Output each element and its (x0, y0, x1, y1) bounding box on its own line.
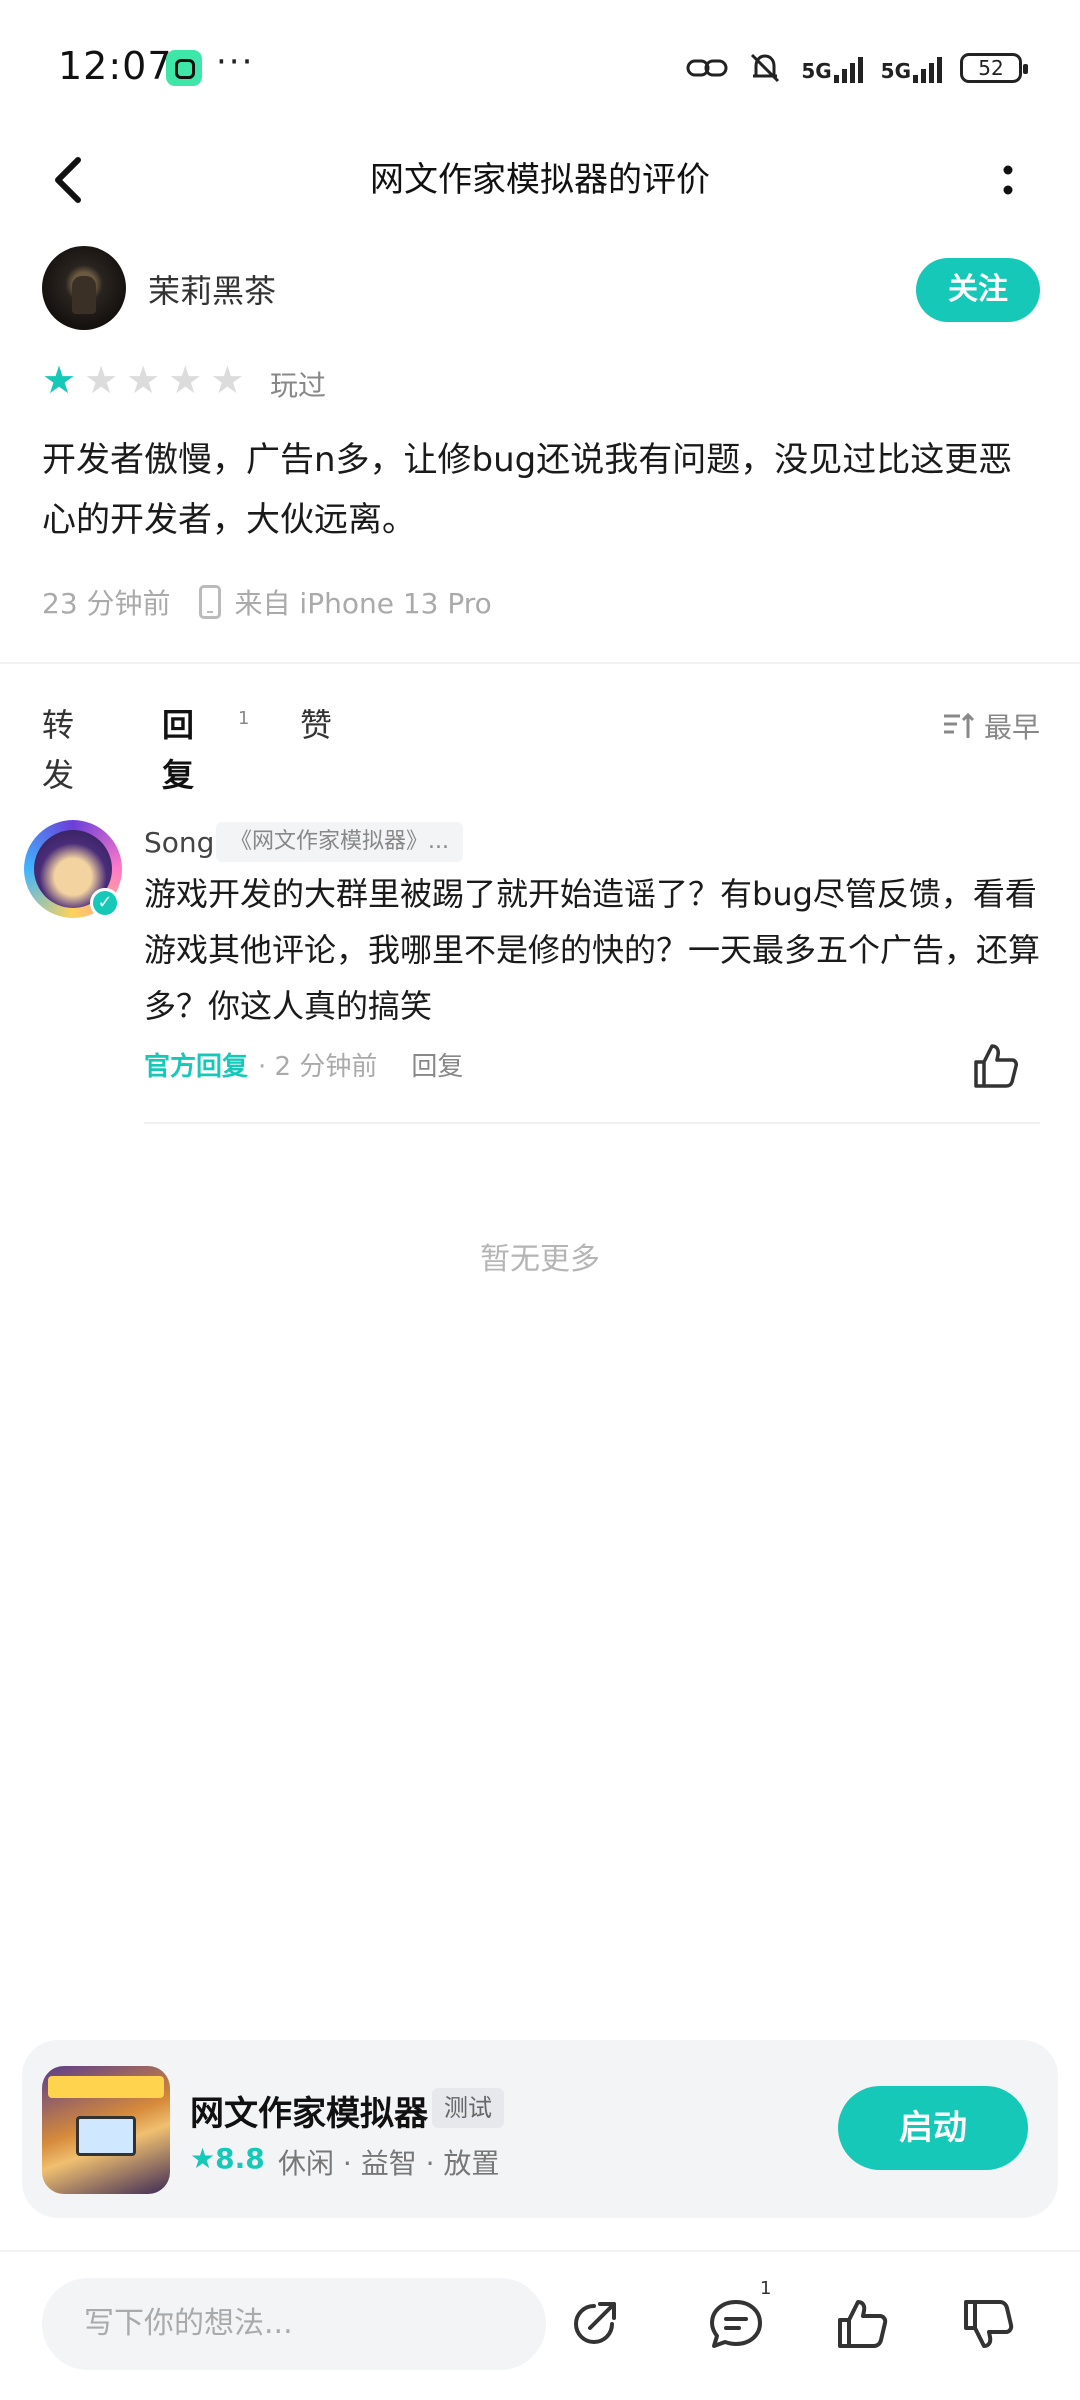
divider (144, 1122, 1040, 1124)
review-time: 23 分钟前 (42, 587, 171, 620)
signal-bars-icon (833, 53, 863, 83)
reply-count: 1 (238, 708, 250, 729)
reply-author-name[interactable]: Song (144, 826, 214, 859)
star-icon: ★ (168, 358, 203, 402)
launch-button[interactable]: 启动 (838, 2086, 1028, 2170)
status-time: 12:07 (58, 44, 173, 88)
signal-5g-1: 5G (801, 53, 863, 83)
reply-text: 游戏开发的大群里被踢了就开始造谣了？有bug尽管反馈，看看游戏其他评论，我哪里不… (144, 875, 1041, 1025)
divider (0, 2250, 1080, 2252)
reply-author-tag: 《网文作家模拟器》... (216, 822, 463, 862)
sort-toggle[interactable]: 最早 (942, 706, 1040, 746)
share-icon[interactable] (566, 2294, 626, 2354)
star-icon: ★ (126, 358, 161, 402)
thumbs-up-icon[interactable] (970, 1040, 1022, 1092)
game-categories: 休闲 · 益智 · 放置 (278, 2147, 500, 2180)
game-card[interactable]: 网文作家模拟器 测试 ★8.8 休闲 · 益智 · 放置 启动 (22, 2040, 1058, 2218)
author-avatar[interactable] (42, 246, 126, 330)
play-status: 玩过 (270, 369, 327, 402)
game-icon[interactable] (42, 2066, 170, 2194)
mute-bell-icon (751, 53, 780, 83)
more-vertical-icon[interactable] (976, 148, 1040, 212)
reply-time: · 2 分钟前 (258, 1052, 378, 1082)
phone-icon (198, 585, 221, 619)
game-icon-banner (48, 2076, 164, 2098)
signal-bars-icon (913, 53, 942, 83)
reply-button[interactable]: 回复 (411, 1046, 463, 1083)
app-notification-icon (166, 50, 202, 86)
tab-forward[interactable]: 转发 (42, 700, 74, 800)
net-type-2: 5G (880, 59, 911, 83)
thumbs-up-icon[interactable] (832, 2294, 892, 2354)
game-test-badge: 测试 (432, 2088, 504, 2128)
game-rating-value: 8.8 (215, 2142, 265, 2175)
tab-reply[interactable]: 回复 (162, 700, 194, 800)
no-more-label: 暂无更多 (480, 1242, 600, 1277)
review-text: 开发者傲慢，广告n多，让修bug还说我有问题，没见过比这更恶心的开发者，大伙远离… (42, 440, 1013, 540)
comment-input[interactable]: 写下你的想法... (42, 2278, 546, 2370)
page-title: 网文作家模拟器的评价 (370, 160, 710, 200)
comment-icon[interactable] (706, 2294, 766, 2354)
official-reply-badge: 官方回复 (144, 1052, 249, 1082)
game-rating: ★8.8 (190, 2142, 265, 2175)
header: 网文作家模拟器的评价 (0, 130, 1080, 230)
sort-icon (943, 712, 975, 738)
link-icon (686, 59, 728, 77)
status-icons: 5G 5G 52 (685, 48, 1028, 88)
more-notifications-icon: ··· (216, 42, 255, 82)
star-icon: ★ (210, 358, 245, 402)
star-icon: ★ (190, 2142, 216, 2175)
thumbs-down-icon[interactable] (958, 2294, 1018, 2354)
star-icon: ★ (84, 358, 119, 402)
game-icon-monitor (76, 2116, 136, 2156)
comment-count: 1 (760, 2278, 772, 2299)
status-bar: 12:07 ··· 5G 5G 52 (0, 0, 1080, 130)
author-name[interactable]: 茉莉黑茶 (148, 266, 276, 312)
divider (0, 662, 1080, 664)
reply-meta: 官方回复 · 2 分钟前 回复 (144, 1046, 463, 1083)
follow-button[interactable]: 关注 (916, 258, 1040, 322)
rating-stars: ★ ★ ★ ★ ★ (42, 360, 244, 400)
review-device: 来自 iPhone 13 Pro (234, 587, 492, 620)
star-icon: ★ (42, 358, 77, 402)
review-meta: 23 分钟前 来自 iPhone 13 Pro (42, 582, 492, 622)
net-type-1: 5G (801, 59, 832, 83)
verified-check-icon: ✓ (90, 888, 120, 918)
sort-label: 最早 (983, 711, 1040, 744)
battery-icon: 52 (960, 53, 1028, 83)
tab-like[interactable]: 赞 (300, 700, 332, 750)
game-title[interactable]: 网文作家模拟器 (190, 2086, 428, 2135)
signal-5g-2: 5G (881, 53, 942, 83)
